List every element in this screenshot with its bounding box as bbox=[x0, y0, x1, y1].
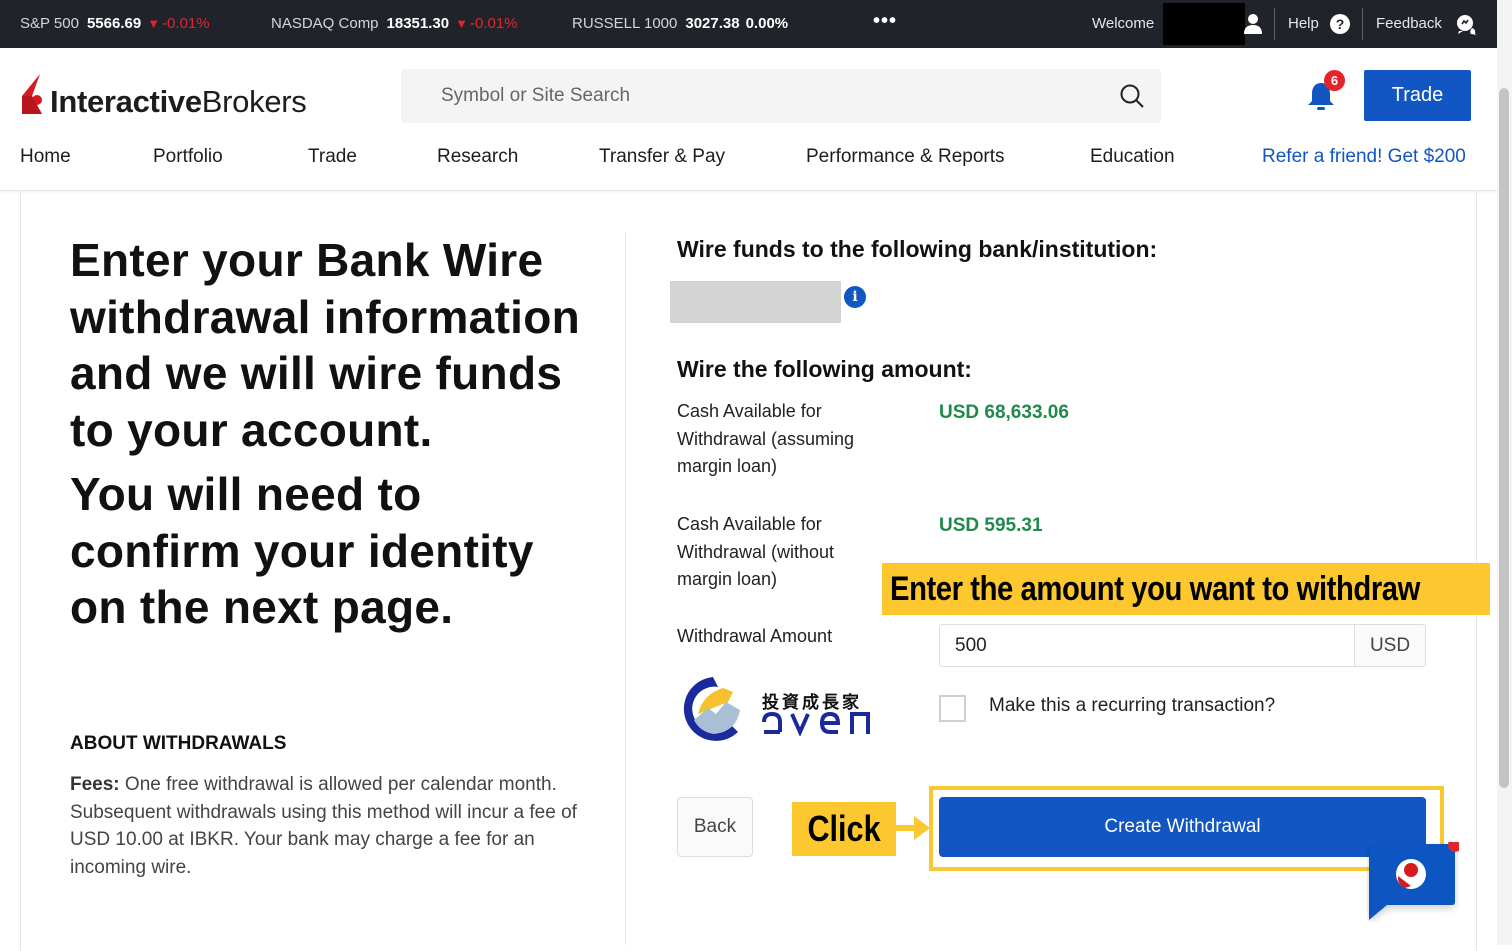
withdrawal-amount-label: Withdrawal Amount bbox=[677, 626, 833, 646]
site-header: InteractiveBrokers 6 Trade Home Portfoli… bbox=[0, 48, 1497, 191]
search-icon[interactable] bbox=[1119, 83, 1145, 114]
cash-available-no-margin-label: Cash Available for Withdrawal (without m… bbox=[677, 514, 835, 590]
ticker-value: 5566.69 bbox=[86, 15, 142, 32]
scrollbar-thumb[interactable] bbox=[1499, 88, 1509, 788]
withdrawal-amount-input[interactable] bbox=[939, 624, 1355, 667]
enter-amount-callout: Enter the amount you want to withdraw bbox=[882, 563, 1490, 615]
ib-logo-mark-icon bbox=[22, 74, 42, 114]
chat-widget-button[interactable] bbox=[1367, 838, 1462, 927]
ticker-name: NASDAQ Comp bbox=[271, 15, 379, 32]
redacted-username bbox=[1163, 3, 1245, 45]
ticker-russell[interactable]: RUSSELL 1000 3027.38 0.00% bbox=[572, 15, 788, 32]
ticker-name: RUSSELL 1000 bbox=[572, 15, 678, 32]
column-divider bbox=[625, 232, 626, 945]
nav-item-performance-reports[interactable]: Performance & Reports bbox=[806, 146, 1005, 168]
nav-item-portfolio[interactable]: Portfolio bbox=[153, 146, 223, 168]
click-callout-text: Click bbox=[807, 808, 881, 849]
page-intro: Enter your Bank Wire withdrawal informat… bbox=[70, 232, 590, 636]
enter-amount-callout-text: Enter the amount you want to withdraw bbox=[890, 570, 1420, 608]
refer-friend-link[interactable]: Refer a friend! Get $200 bbox=[1262, 146, 1466, 168]
ticker-change: -0.01% bbox=[162, 15, 210, 32]
cash-available-margin-value: USD 68,633.06 bbox=[939, 402, 1069, 423]
help-link[interactable]: Help bbox=[1288, 15, 1319, 32]
watermark-en-text bbox=[760, 706, 875, 744]
more-icon[interactable]: ••• bbox=[873, 10, 897, 33]
nav-item-home[interactable]: Home bbox=[20, 146, 71, 168]
about-withdrawals-heading: ABOUT WITHDRAWALS bbox=[70, 733, 287, 754]
gven-logo-icon bbox=[683, 677, 740, 741]
symbol-search-box[interactable] bbox=[401, 69, 1161, 123]
ticker-sp500[interactable]: S&P 500 5566.69 ▼ -0.01% bbox=[20, 15, 210, 32]
interactive-brokers-logo[interactable]: InteractiveBrokers bbox=[20, 70, 330, 120]
feedback-chat-icon[interactable] bbox=[1456, 14, 1478, 40]
divider bbox=[1274, 8, 1275, 40]
ticker-value: 3027.38 bbox=[685, 15, 740, 32]
gven-watermark-logo: 投資成長家 bbox=[678, 674, 878, 744]
ticker-value: 18351.30 bbox=[386, 15, 450, 32]
fees-text: One free withdrawal is allowed per calen… bbox=[70, 774, 577, 879]
ticker-change: 0.00% bbox=[745, 15, 789, 32]
notification-count-badge: 6 bbox=[1324, 70, 1345, 91]
down-triangle-icon: ▼ bbox=[455, 16, 468, 31]
back-button[interactable]: Back bbox=[677, 797, 753, 857]
recurring-transaction-checkbox[interactable] bbox=[939, 695, 966, 722]
cash-available-margin-label: Cash Available for Withdrawal (assuming … bbox=[677, 401, 855, 477]
currency-addon: USD bbox=[1354, 624, 1426, 667]
ticker-name: S&P 500 bbox=[20, 15, 79, 32]
nav-item-transfer-pay[interactable]: Transfer & Pay bbox=[599, 146, 725, 168]
redacted-bank-name bbox=[670, 281, 841, 323]
identity-notice: You will need to confirm your identity o… bbox=[70, 468, 534, 633]
feedback-link[interactable]: Feedback bbox=[1376, 15, 1442, 32]
chat-bubble-icon bbox=[1369, 838, 1462, 920]
help-icon[interactable]: ? bbox=[1330, 14, 1350, 34]
ticker-nasdaq[interactable]: NASDAQ Comp 18351.30 ▼ -0.01% bbox=[271, 15, 518, 32]
bank-section-heading: Wire funds to the following bank/institu… bbox=[677, 236, 1158, 262]
recurring-transaction-label[interactable]: Make this a recurring transaction? bbox=[989, 695, 1275, 717]
nav-item-education[interactable]: Education bbox=[1090, 146, 1175, 168]
create-withdrawal-button[interactable]: Create Withdrawal bbox=[939, 797, 1426, 857]
welcome-label: Welcome bbox=[1092, 15, 1155, 32]
intro-heading: Enter your Bank Wire withdrawal informat… bbox=[70, 234, 581, 456]
divider bbox=[1362, 8, 1363, 40]
ticker-change: -0.01% bbox=[469, 15, 518, 32]
logo-text-regular: Brokers bbox=[201, 84, 307, 119]
arrow-right-icon bbox=[896, 816, 930, 840]
down-triangle-icon: ▼ bbox=[147, 16, 161, 31]
nav-item-trade[interactable]: Trade bbox=[308, 146, 357, 168]
trade-button[interactable]: Trade bbox=[1364, 70, 1471, 121]
cash-available-no-margin-value: USD 595.31 bbox=[939, 515, 1043, 536]
nav-item-research[interactable]: Research bbox=[437, 146, 518, 168]
fees-description: Fees: One free withdrawal is allowed per… bbox=[70, 771, 590, 882]
user-icon[interactable] bbox=[1243, 13, 1263, 39]
market-ticker-bar: S&P 500 5566.69 ▼ -0.01% NASDAQ Comp 18351.3… bbox=[0, 0, 1497, 48]
main-nav: Home Portfolio Trade Research Transfer &… bbox=[0, 146, 1497, 170]
info-icon[interactable]: i bbox=[844, 286, 866, 308]
search-input[interactable] bbox=[441, 83, 1101, 109]
fees-label: Fees: bbox=[70, 774, 120, 795]
amount-section-heading: Wire the following amount: bbox=[677, 356, 972, 382]
click-callout: Click bbox=[792, 802, 896, 856]
logo-text-bold: Interactive bbox=[50, 84, 202, 119]
